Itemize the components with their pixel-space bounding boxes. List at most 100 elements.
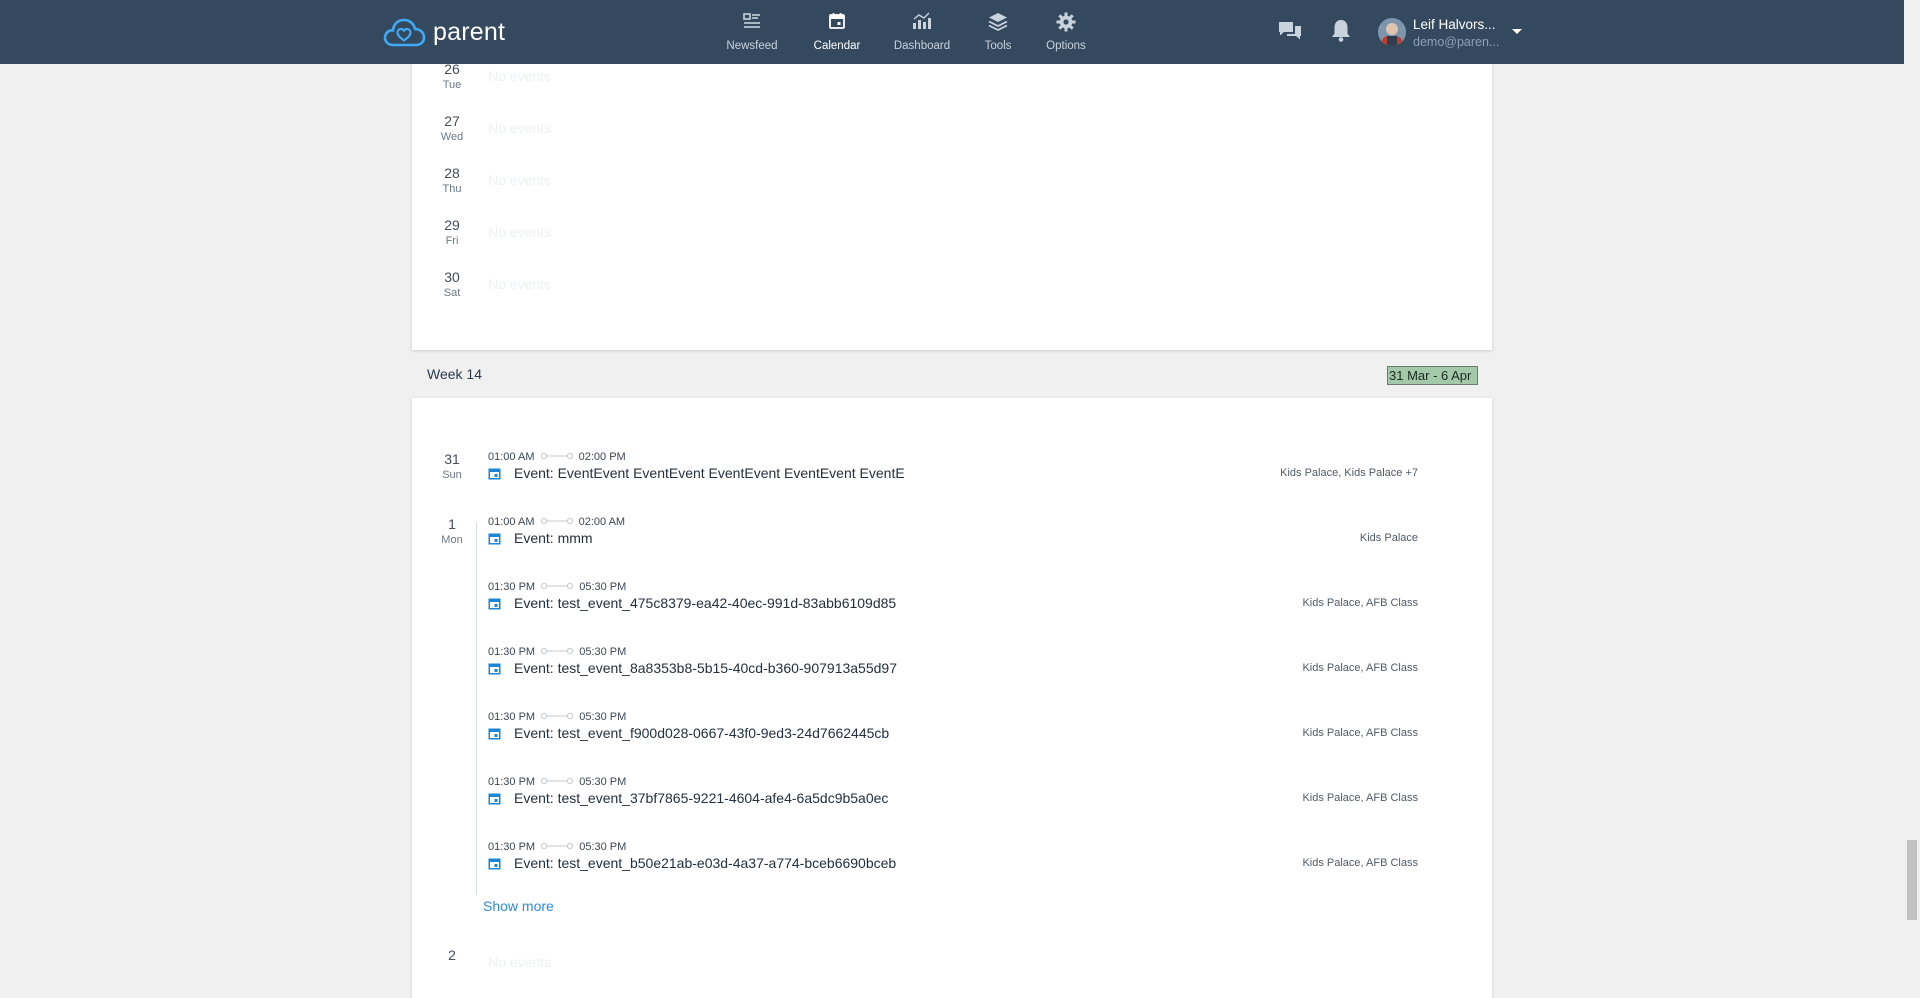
page-scrollbar[interactable]: [1904, 0, 1920, 969]
event-item[interactable]: 01:30 PM 05:30 PM Event: test_event_37bf…: [488, 776, 1418, 816]
nav-options[interactable]: Options: [1026, 12, 1106, 52]
event-title[interactable]: Event: test_event_b50e21ab-e03d-4a37-a77…: [488, 855, 896, 871]
day-name: Sun: [442, 469, 462, 481]
event-item[interactable]: 01:30 PM 05:30 PM Event: test_event_475c…: [488, 581, 1418, 621]
day-number: 27: [444, 113, 460, 129]
day-name: Wed: [440, 131, 464, 143]
cloud-heart-icon: [383, 18, 426, 47]
day-number: 28: [444, 165, 460, 181]
app-logo[interactable]: parent: [382, 14, 505, 50]
show-more-link[interactable]: Show more: [483, 898, 554, 914]
event-location: Kids Palace: [1359, 532, 1418, 544]
newsfeed-icon: [712, 12, 792, 34]
event-start-time: 01:30 PM: [488, 776, 536, 788]
time-range-connector-icon: [541, 777, 574, 785]
user-name[interactable]: Leif Halvors...: [1413, 17, 1509, 32]
user-menu-caret-icon[interactable]: [1512, 29, 1522, 34]
event-time: 01:00 AM 02:00 AM: [488, 516, 625, 528]
scrollbar-thumb[interactable]: [1907, 840, 1917, 920]
calendar-icon: [797, 12, 877, 34]
nav-options-label: Options: [1046, 40, 1086, 52]
time-range-connector-icon: [541, 647, 574, 655]
event-location: Kids Palace, AFB Class: [1302, 727, 1418, 739]
event-end-time: 05:30 PM: [579, 711, 627, 723]
day-name: Thu: [442, 183, 462, 195]
event-calendar-icon: [488, 793, 501, 804]
dashboard-icon: [882, 12, 962, 34]
top-navigation-bar: parent Newsfeed Calendar Dashboard Tools…: [0, 0, 1904, 64]
event-location: Kids Palace, Kids Palace +7: [1280, 467, 1418, 479]
day-number: 31: [444, 451, 460, 467]
event-title[interactable]: Event: mmm: [488, 530, 593, 546]
event-item[interactable]: 01:30 PM 05:30 PM Event: test_event_8a83…: [488, 646, 1418, 686]
event-calendar-icon: [488, 663, 501, 674]
chat-icon[interactable]: [1278, 20, 1302, 47]
time-range-connector-icon: [540, 452, 573, 460]
event-start-time: 01:00 AM: [488, 516, 535, 528]
event-start-time: 01:30 PM: [488, 581, 536, 593]
timeline-line: [476, 523, 477, 895]
event-time: 01:00 AM 02:00 PM: [488, 451, 626, 463]
no-events-text: No events: [488, 120, 552, 136]
no-events-text: No events: [488, 172, 552, 188]
day-name: Fri: [445, 235, 459, 247]
day-name: Mon: [441, 534, 463, 546]
event-title-text: Event: test_event_f900d028-0667-43f0-9ed…: [514, 725, 890, 741]
event-calendar-icon: [488, 598, 501, 609]
event-location: Kids Palace, AFB Class: [1302, 792, 1418, 804]
event-end-time: 05:30 PM: [579, 776, 627, 788]
event-title-text: Event: test_event_475c8379-ea42-40ec-991…: [514, 595, 897, 611]
app-name: parent: [433, 17, 506, 46]
day-name: Tue: [442, 79, 462, 91]
event-item[interactable]: 01:30 PM 05:30 PM Event: test_event_b50e…: [488, 841, 1418, 881]
event-end-time: 02:00 PM: [578, 451, 626, 463]
event-time: 01:30 PM 05:30 PM: [488, 711, 626, 723]
nav-dashboard-label: Dashboard: [893, 40, 951, 52]
event-start-time: 01:00 AM: [488, 451, 535, 463]
event-location: Kids Palace, AFB Class: [1302, 857, 1418, 869]
time-range-connector-icon: [540, 517, 573, 525]
nav-calendar-label: Calendar: [813, 40, 861, 52]
gear-icon: [1026, 12, 1106, 34]
event-end-time: 02:00 AM: [578, 516, 626, 528]
calendar-page: 26 Tue No events 27 Wed No events 28 Thu…: [380, 0, 1493, 998]
event-item[interactable]: 01:00 AM 02:00 PM Event: EventEvent Even…: [488, 451, 1418, 491]
no-events-text: No events: [488, 276, 552, 292]
event-start-time: 01:30 PM: [488, 646, 536, 658]
event-item[interactable]: 01:00 AM 02:00 AM Event: mmm Kids Palace: [488, 516, 1418, 556]
event-calendar-icon: [488, 533, 501, 544]
event-end-time: 05:30 PM: [579, 646, 627, 658]
event-title-text: Event: EventEvent EventEvent EventEvent …: [514, 465, 905, 481]
time-range-connector-icon: [541, 582, 574, 590]
event-time: 01:30 PM 05:30 PM: [488, 646, 626, 658]
day-number: 2: [448, 947, 456, 963]
event-location: Kids Palace, AFB Class: [1302, 662, 1418, 674]
nav-newsfeed[interactable]: Newsfeed: [712, 12, 792, 52]
event-title[interactable]: Event: test_event_8a8353b8-5b15-40cd-b36…: [488, 660, 897, 676]
event-start-time: 01:30 PM: [488, 711, 536, 723]
event-end-time: 05:30 PM: [579, 581, 627, 593]
user-avatar[interactable]: [1378, 18, 1406, 46]
no-events-text: No events: [488, 954, 552, 970]
nav-newsfeed-label: Newsfeed: [726, 40, 778, 52]
event-item[interactable]: 01:30 PM 05:30 PM Event: test_event_f900…: [488, 711, 1418, 751]
event-title[interactable]: Event: test_event_37bf7865-9221-4604-afe…: [488, 790, 888, 806]
event-calendar-icon: [488, 468, 501, 479]
event-calendar-icon: [488, 728, 501, 739]
event-title[interactable]: Event: test_event_f900d028-0667-43f0-9ed…: [488, 725, 889, 741]
event-title[interactable]: Event: EventEvent EventEvent EventEvent …: [488, 465, 905, 481]
event-title-text: Event: test_event_8a8353b8-5b15-40cd-b36…: [514, 660, 897, 676]
no-events-text: No events: [488, 224, 552, 240]
nav-dashboard[interactable]: Dashboard: [882, 12, 962, 52]
day-name: Sat: [443, 287, 461, 299]
time-range-connector-icon: [541, 842, 574, 850]
week-date-range[interactable]: 31 Mar - 6 Apr: [1387, 366, 1478, 385]
event-end-time: 05:30 PM: [579, 841, 627, 853]
notifications-bell-icon[interactable]: [1330, 18, 1352, 49]
day-number: 29: [444, 217, 460, 233]
event-title-text: Event: test_event_b50e21ab-e03d-4a37-a77…: [514, 855, 897, 871]
nav-calendar[interactable]: Calendar: [797, 12, 877, 52]
event-title[interactable]: Event: test_event_475c8379-ea42-40ec-991…: [488, 595, 896, 611]
user-email: demo@paren...: [1413, 35, 1500, 49]
event-location: Kids Palace, AFB Class: [1302, 597, 1418, 609]
